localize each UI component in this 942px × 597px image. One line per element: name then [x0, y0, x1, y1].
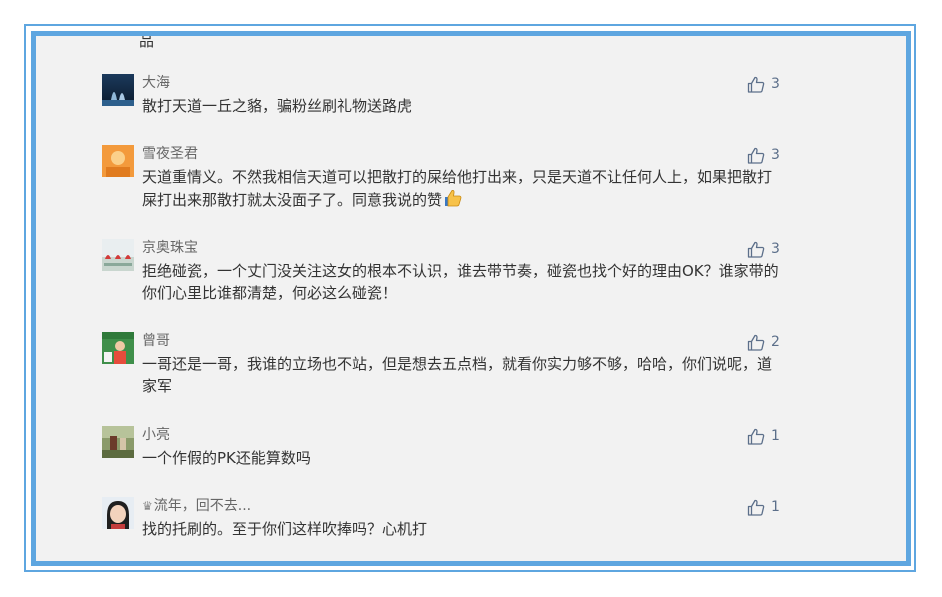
- like-count: 3: [771, 241, 780, 257]
- thumbs-up-icon: [747, 334, 765, 351]
- avatar[interactable]: [102, 239, 134, 271]
- green-avatar-image: [102, 332, 134, 364]
- like-button[interactable]: 3: [747, 239, 780, 259]
- username-label: 流年，回不去...: [153, 498, 252, 514]
- avatar[interactable]: [102, 332, 134, 364]
- username[interactable]: 小亮: [142, 426, 170, 444]
- comment-text: 天道重情义。不然我相信天道可以把散打的屎给他打出来，只是天道不让任何人上，如果把…: [142, 166, 782, 214]
- jewelry-avatar-image: [102, 239, 134, 271]
- comment-text: 找的托刷的。至于你们这样吹捧吗？心机打: [142, 520, 428, 538]
- like-count: 1: [771, 499, 780, 515]
- avatar[interactable]: [102, 145, 134, 177]
- avatar[interactable]: [102, 74, 134, 106]
- username[interactable]: 曾哥: [142, 332, 170, 350]
- username[interactable]: 京奥珠宝: [142, 239, 198, 257]
- like-count: 3: [771, 147, 780, 163]
- avatar[interactable]: [102, 426, 134, 458]
- like-count: 3: [771, 76, 780, 92]
- username[interactable]: 大海: [142, 74, 170, 92]
- username[interactable]: ♛流年，回不去...: [142, 497, 251, 515]
- comment-text: 一个作假的PK还能算数吗: [142, 449, 311, 467]
- comment-text: 一哥还是一哥，我谁的立场也不站，但是想去五点档，就看你实力够不够，哈哈，你们说呢…: [142, 355, 773, 395]
- like-button[interactable]: 3: [747, 145, 780, 165]
- like-button[interactable]: 1: [747, 497, 780, 517]
- dolphin-avatar-image: [102, 74, 134, 106]
- thumbs-up-icon: [747, 499, 765, 516]
- avatar[interactable]: [102, 497, 134, 529]
- thumbs-up-icon: [747, 76, 765, 93]
- like-count: 2: [771, 334, 780, 350]
- thumbs-up-icon: [747, 241, 765, 258]
- comment-text: 拒绝碰瓷，一个丈门没关注这女的根本不认识，谁去带节奏，碰瓷也找个好的理由OK？谁…: [142, 262, 779, 302]
- thumbs-up-icon: [747, 147, 765, 164]
- clipped-comment-text: 品: [139, 32, 155, 50]
- like-button[interactable]: 3: [747, 74, 780, 94]
- comment-panel: 品 大海 散打天道一丘之貉，骗粉丝刷礼物送路虎 3 雪夜圣君 天道重情义。不然我…: [31, 31, 911, 566]
- outdoor-avatar-image: [102, 426, 134, 458]
- thumbs-up-emoji-icon: [443, 188, 463, 214]
- thumbs-up-icon: [747, 428, 765, 445]
- girl-avatar-image: [102, 497, 134, 529]
- like-button[interactable]: 2: [747, 332, 780, 352]
- username[interactable]: 雪夜圣君: [142, 145, 198, 163]
- comment-text: 散打天道一丘之貉，骗粉丝刷礼物送路虎: [142, 97, 413, 115]
- like-button[interactable]: 1: [747, 426, 780, 446]
- orange-avatar-image: [102, 145, 134, 177]
- crown-icon: ♛: [142, 499, 153, 513]
- like-count: 1: [771, 428, 780, 444]
